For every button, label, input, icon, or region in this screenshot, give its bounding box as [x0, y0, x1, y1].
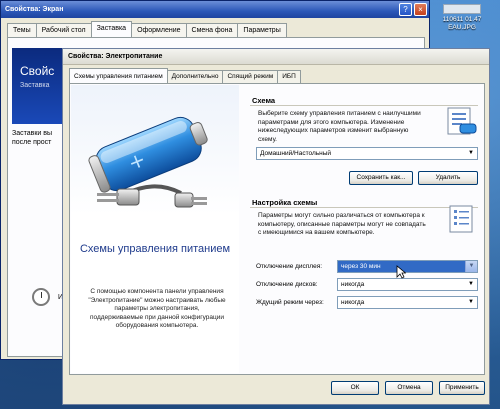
- disks-off-label: Отключение дисков:: [256, 281, 318, 288]
- display-tabs: Темы Рабочий стол Заставка Оформление См…: [7, 21, 287, 37]
- settings-group: Настройка схемы Параметры могут сильно р…: [250, 198, 480, 318]
- tab-themes[interactable]: Темы: [7, 23, 37, 37]
- preview-title: Свойс: [20, 64, 55, 78]
- tab-background-change[interactable]: Смена фона: [185, 23, 239, 37]
- tab-advanced[interactable]: Дополнительно: [166, 70, 224, 83]
- tab-screensaver[interactable]: Заставка: [90, 21, 133, 37]
- screensaver-description: Заставки вы после прост: [12, 129, 67, 147]
- apply-button[interactable]: Применить: [439, 381, 485, 395]
- display-window-title: Свойства: Экран: [1, 1, 429, 18]
- scheme-select-value: Домашний/Настольный: [260, 150, 332, 157]
- screensaver-text-line: Заставки вы: [12, 130, 53, 137]
- screensaver-text-line: после прост: [12, 139, 52, 146]
- stopwatch-icon: [32, 288, 50, 306]
- desktop-file-icon[interactable]: 110611 01.47 EAU.JPG: [427, 4, 497, 32]
- close-icon[interactable]: ×: [414, 3, 427, 16]
- panel-heading: Схемы управления питанием: [79, 243, 231, 255]
- tab-ups[interactable]: ИБП: [277, 70, 301, 83]
- disks-off-value: никогда: [341, 281, 365, 288]
- tab-appearance[interactable]: Оформление: [131, 23, 187, 37]
- preview-subtitle: Заставка: [20, 82, 50, 89]
- scheme-group-divider: [250, 105, 478, 106]
- tab-settings[interactable]: Параметры: [237, 23, 287, 37]
- desktop-file-name: 110611 01.47: [442, 16, 482, 23]
- help-icon[interactable]: ?: [399, 3, 412, 16]
- standby-value: никогда: [341, 299, 365, 306]
- scheme-group-text: Выберите схему управления питанием с наи…: [258, 110, 421, 143]
- power-settings-icon: [449, 205, 473, 233]
- disks-off-select[interactable]: никогда ▼: [337, 278, 478, 291]
- power-options-window: Свойства: Электропитание Схемы управлени…: [62, 48, 490, 405]
- scheme-select[interactable]: Домашний/Настольный ▼: [256, 147, 478, 160]
- power-window-title: Свойства: Электропитание: [63, 49, 489, 65]
- display-off-select[interactable]: через 30 мин ▼: [337, 260, 478, 273]
- settings-group-divider: [250, 207, 478, 208]
- desktop-file-ext: EAU.JPG: [448, 24, 476, 31]
- save-as-button[interactable]: Сохранить как...: [349, 171, 413, 185]
- display-off-label: Отключение дисплея:: [256, 263, 323, 270]
- chevron-down-icon: ▼: [465, 148, 477, 159]
- panel-description: С помощью компонента панели управления "…: [88, 288, 226, 329]
- display-off-value: через 30 мин: [341, 263, 381, 270]
- scheme-group-title: Схема: [252, 96, 276, 105]
- settings-group-text: Параметры могут сильно различаться от ко…: [258, 212, 426, 236]
- tab-power-schemes[interactable]: Схемы управления питанием: [69, 68, 168, 83]
- screensaver-preview: Свойс Заставка: [12, 48, 67, 124]
- chevron-down-icon: ▼: [465, 279, 477, 290]
- power-tabs: Схемы управления питанием Дополнительно …: [69, 68, 301, 83]
- ok-button[interactable]: ОК: [331, 381, 379, 395]
- power-info-panel: + Схемы управления питанием С помощью ко…: [71, 85, 239, 373]
- delete-button[interactable]: Удалить: [418, 171, 478, 185]
- standby-label: Ждущий режим через:: [256, 299, 324, 306]
- battery-plug-icon: +: [88, 116, 208, 208]
- display-window-controls: ? ×: [399, 3, 427, 16]
- cancel-button[interactable]: Отмена: [385, 381, 433, 395]
- mouse-pointer-icon: [396, 265, 406, 279]
- image-file-icon: [443, 4, 481, 14]
- chevron-down-icon: ▼: [465, 261, 477, 272]
- power-scheme-icon: [447, 107, 477, 135]
- chevron-down-icon: ▼: [465, 297, 477, 308]
- standby-select[interactable]: никогда ▼: [337, 296, 478, 309]
- tab-hibernate[interactable]: Спящий режим: [222, 70, 279, 83]
- tab-desktop[interactable]: Рабочий стол: [35, 23, 92, 37]
- scheme-group: Схема Выберите схему управления питанием…: [250, 96, 480, 196]
- power-tab-body: + Схемы управления питанием С помощью ко…: [69, 83, 485, 375]
